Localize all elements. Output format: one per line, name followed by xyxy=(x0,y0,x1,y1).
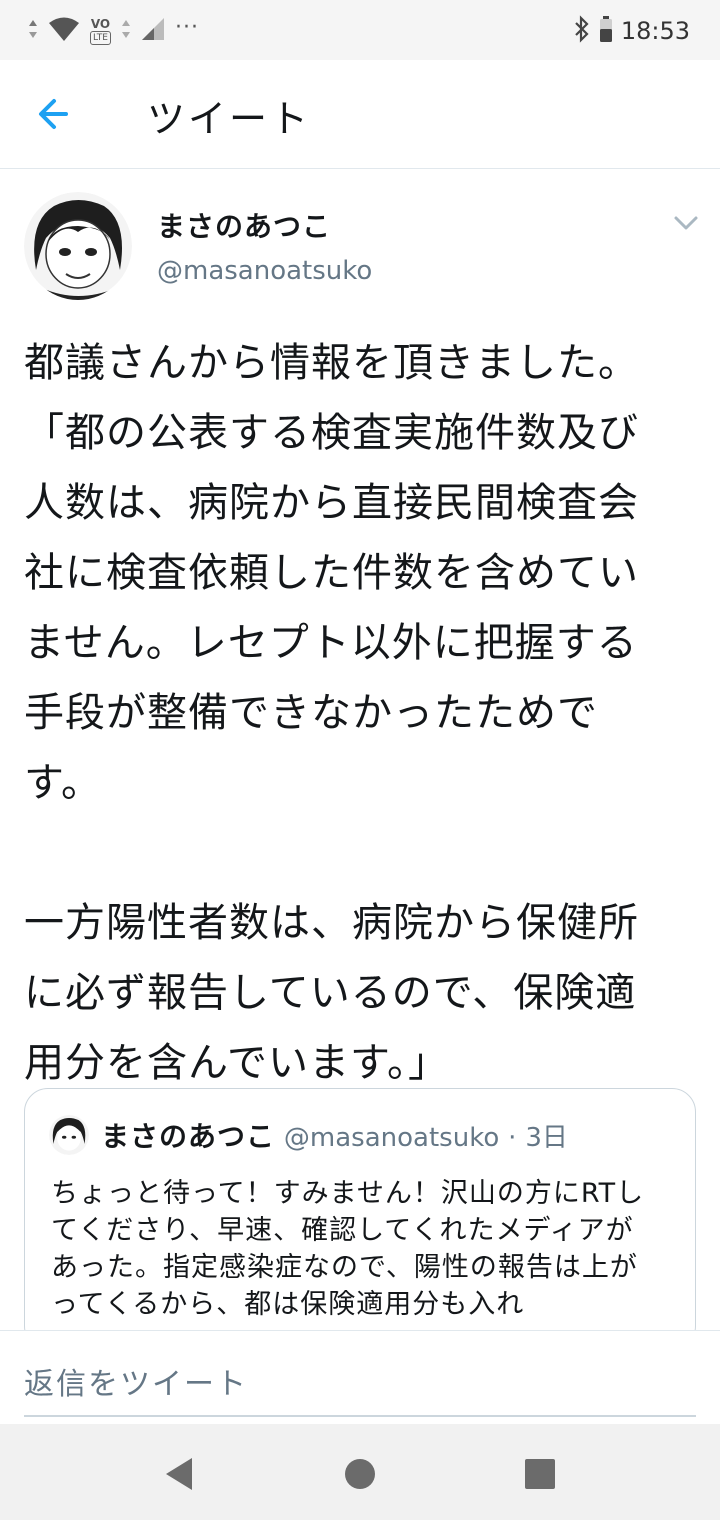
quoted-timestamp: 3日 xyxy=(525,1123,568,1153)
author-name[interactable]: まさのあつこ xyxy=(157,205,331,245)
clock: 18:53 xyxy=(620,17,690,45)
reply-input-underline xyxy=(24,1415,696,1417)
system-nav-bar xyxy=(0,1424,720,1520)
page-title: ツイート xyxy=(147,97,312,141)
bluetooth-icon xyxy=(573,15,591,47)
chevron-down-icon xyxy=(668,216,704,242)
nav-back-button[interactable] xyxy=(160,1454,200,1494)
data-arrows-icon xyxy=(28,18,38,44)
more-notifications-icon: ··· xyxy=(174,14,199,40)
quoted-tweet-card[interactable]: まさのあつこ @masanoatsuko · 3日 ちょっと待って！すみません！… xyxy=(24,1088,696,1350)
quoted-tweet-header: まさのあつこ @masanoatsuko · 3日 xyxy=(101,1115,568,1155)
quoted-avatar xyxy=(49,1115,89,1155)
signal-icon xyxy=(141,17,165,45)
status-right: 18:53 xyxy=(573,14,690,48)
triangle-back-icon xyxy=(160,1458,200,1498)
volte-icon: VO LTE xyxy=(90,16,111,45)
square-recents-icon xyxy=(520,1459,560,1498)
quoted-author-name: まさのあつこ xyxy=(101,1120,276,1153)
status-bar: VO LTE ··· 18:53 xyxy=(0,0,720,60)
app-header: ツイート xyxy=(0,60,720,169)
avatar[interactable] xyxy=(24,192,132,300)
data-arrows-icon-2 xyxy=(121,18,131,44)
author-handle[interactable]: @masanoatsuko xyxy=(157,256,372,286)
nav-recents-button[interactable] xyxy=(520,1454,560,1494)
tweet-menu-button[interactable] xyxy=(668,208,704,238)
battery-icon xyxy=(599,15,613,47)
back-button[interactable] xyxy=(30,92,82,136)
reply-bar: 返信をツイート xyxy=(0,1330,720,1425)
circle-home-icon xyxy=(340,1459,380,1498)
status-left: VO LTE ··· xyxy=(28,14,199,48)
arrow-left-icon xyxy=(30,99,82,140)
quoted-tweet-text: ちょっと待って！すみません！沢山の方にRTしてくださり、早速、確認してくれたメデ… xyxy=(51,1178,645,1320)
reply-input[interactable]: 返信をツイート xyxy=(24,1359,248,1403)
tweet-text: 都議さんから情報を頂きました。 「都の公表する検査実施件数及び 人数は、病院から… xyxy=(24,340,639,1086)
quoted-separator: · xyxy=(508,1123,517,1153)
nav-home-button[interactable] xyxy=(340,1454,380,1494)
quoted-author-handle: @masanoatsuko xyxy=(283,1123,500,1153)
wifi-icon xyxy=(48,16,80,46)
